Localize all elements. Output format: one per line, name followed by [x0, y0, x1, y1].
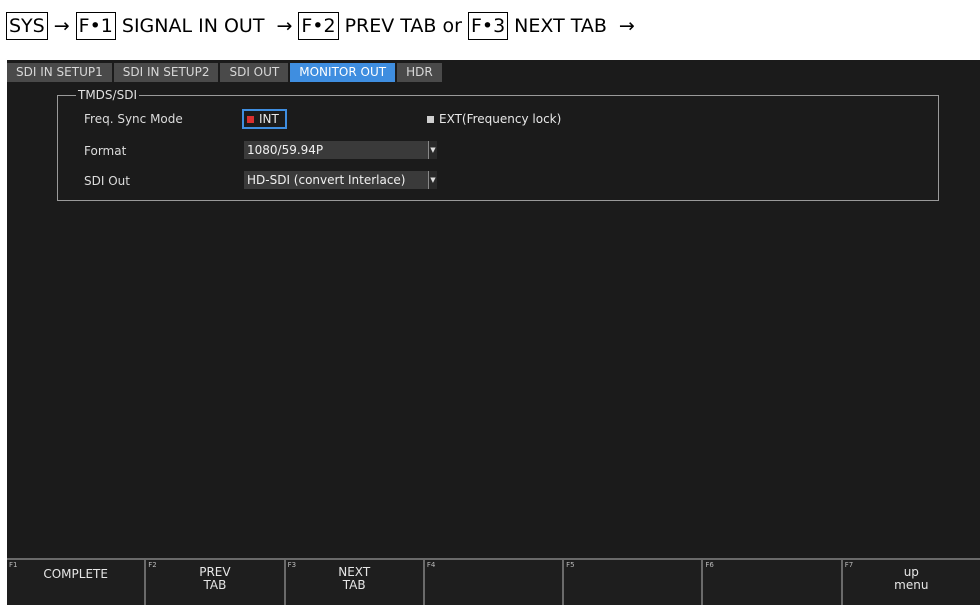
tab-sdi-in-setup2[interactable]: SDI IN SETUP2	[113, 63, 219, 82]
step-prev-tab: PREV TAB or	[344, 15, 462, 37]
format-label: Format	[84, 144, 127, 158]
int-label: INT	[259, 112, 279, 126]
instrument-screen: SDI IN SETUP1 SDI IN SETUP2 SDI OUT MONI…	[7, 60, 980, 605]
sdi-out-dropdown[interactable]: HD-SDI (convert Interlace) ▼	[244, 171, 437, 189]
f1-complete-button[interactable]: F1 COMPLETE	[7, 558, 145, 605]
format-dropdown[interactable]: 1080/59.94P ▼	[244, 141, 437, 159]
tab-sdi-out[interactable]: SDI OUT	[220, 63, 289, 82]
format-value: 1080/59.94P	[244, 141, 428, 159]
tab-hdr[interactable]: HDR	[397, 63, 442, 82]
f2-prev-tab-button[interactable]: F2 PREV TAB	[144, 558, 284, 605]
f4-button[interactable]: F4	[422, 558, 563, 605]
ext-radio[interactable]: EXT(Frequency lock)	[427, 112, 561, 126]
f2-label: PREV TAB	[199, 565, 231, 592]
dropdown-arrow-icon: ▼	[428, 141, 437, 159]
group-title: TMDS/SDI	[76, 88, 139, 102]
arrow-icon: →	[618, 15, 635, 37]
f5-button[interactable]: F5	[562, 558, 702, 605]
unchecked-icon	[427, 115, 434, 123]
tab-monitor-out[interactable]: MONITOR OUT	[290, 63, 396, 82]
tmds-sdi-group: TMDS/SDI Freq. Sync Mode INT EXT(Frequen…	[57, 88, 939, 201]
tab-bar: SDI IN SETUP1 SDI IN SETUP2 SDI OUT MONI…	[7, 63, 444, 82]
f7-up-menu-button[interactable]: F7 up menu	[840, 558, 980, 605]
f1-key: F•1	[75, 12, 116, 40]
checked-icon	[247, 115, 254, 123]
step-next-tab: NEXT TAB	[514, 15, 607, 37]
f3-label: NEXT TAB	[338, 565, 371, 592]
sys-key: SYS	[6, 12, 48, 40]
f2-key: F•2	[298, 12, 339, 40]
f7-label: up menu	[894, 565, 929, 592]
arrow-icon: →	[276, 15, 293, 37]
f3-next-tab-button[interactable]: F3 NEXT TAB	[283, 558, 423, 605]
int-radio[interactable]: INT	[242, 109, 287, 129]
f1-label: COMPLETE	[43, 567, 108, 581]
step-signal-in-out: SIGNAL IN OUT	[121, 15, 265, 37]
function-key-bar: F1 COMPLETE F2 PREV TAB F3 NEXT TAB F4 F…	[7, 558, 980, 605]
breadcrumb: SYS → F•1 SIGNAL IN OUT → F•2 PREV TAB o…	[0, 0, 980, 56]
freq-sync-mode-label: Freq. Sync Mode	[84, 112, 183, 126]
arrow-icon: →	[53, 15, 70, 37]
f3-key: F•3	[467, 12, 509, 40]
dropdown-arrow-icon: ▼	[428, 171, 437, 189]
f6-button[interactable]: F6	[701, 558, 841, 605]
ext-label: EXT(Frequency lock)	[439, 112, 562, 126]
sdi-out-value: HD-SDI (convert Interlace)	[244, 171, 428, 189]
sdi-out-label: SDI Out	[84, 174, 130, 188]
tab-sdi-in-setup1[interactable]: SDI IN SETUP1	[7, 63, 112, 82]
